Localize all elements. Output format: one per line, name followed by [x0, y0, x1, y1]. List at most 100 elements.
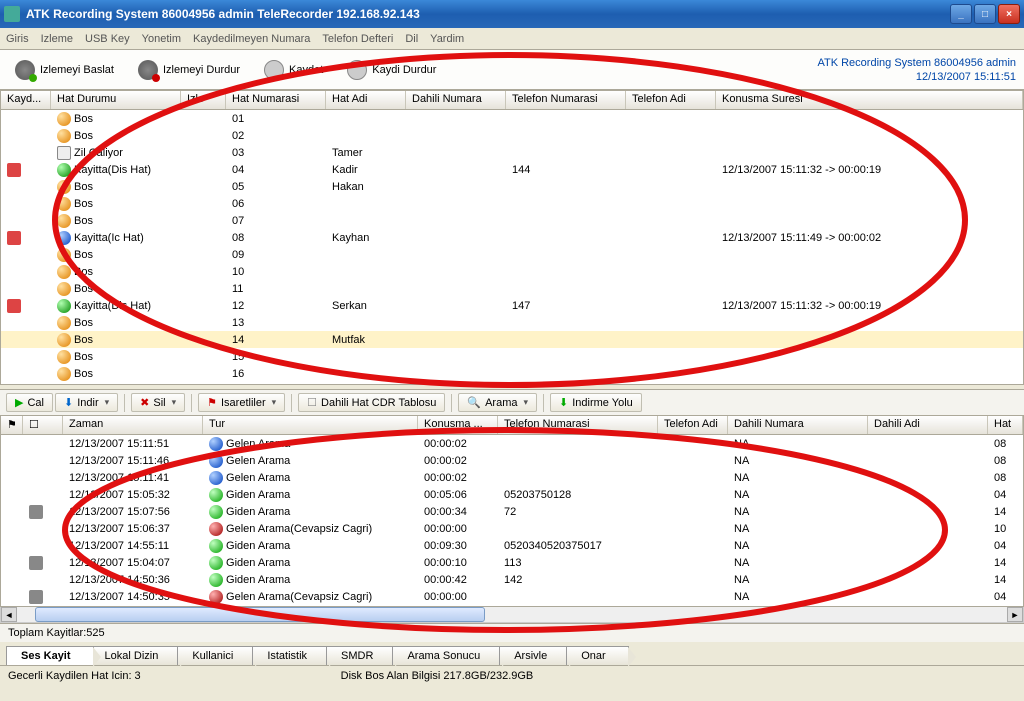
tab[interactable]: Ses Kayit: [6, 646, 94, 665]
tab[interactable]: SMDR: [326, 646, 396, 665]
tab[interactable]: Lokal Dizin: [90, 646, 182, 665]
cell: 12/13/2007 14:50:35: [63, 591, 203, 603]
call-row[interactable]: 12/13/2007 14:50:36 Giden Arama00:00:421…: [1, 571, 1023, 588]
call-row[interactable]: 12/13/2007 15:07:56 Giden Arama00:00:347…: [1, 503, 1023, 520]
action-button[interactable]: 🔍Arama▾: [458, 393, 537, 412]
tab[interactable]: Onar: [566, 646, 628, 665]
call-row[interactable]: 12/13/2007 15:04:07 Giden Arama00:00:101…: [1, 554, 1023, 571]
cell: Bos: [51, 180, 181, 194]
close-button[interactable]: ×: [998, 4, 1020, 24]
line-row[interactable]: Bos02: [1, 127, 1023, 144]
line-row[interactable]: Bos15: [1, 348, 1023, 365]
call-row[interactable]: 12/13/2007 15:11:41 Gelen Arama00:00:02N…: [1, 469, 1023, 486]
line-row[interactable]: Bos11: [1, 280, 1023, 297]
column-header[interactable]: Dahili Adi: [868, 416, 988, 434]
cell: [23, 590, 63, 604]
action-button[interactable]: ☐Dahili Hat CDR Tablosu: [298, 393, 445, 412]
cell: 142: [498, 574, 658, 586]
lower-table-body[interactable]: 12/13/2007 15:11:51 Gelen Arama00:00:02N…: [0, 435, 1024, 607]
line-row[interactable]: Kayitta(Dis Hat)04Kadir14412/13/2007 15:…: [1, 161, 1023, 178]
menu-item[interactable]: Dil: [405, 33, 418, 45]
column-header[interactable]: ☐: [23, 416, 63, 434]
action-button[interactable]: ⬇Indir▾: [55, 393, 118, 412]
column-header[interactable]: Telefon Adi: [626, 91, 716, 109]
cell: 06: [226, 198, 326, 210]
line-row[interactable]: Bos01: [1, 110, 1023, 127]
call-row[interactable]: 12/13/2007 15:11:51 Gelen Arama00:00:02N…: [1, 435, 1023, 452]
call-type-icon: [209, 437, 223, 451]
line-row[interactable]: Bos16: [1, 365, 1023, 382]
cell: Giden Arama: [203, 573, 418, 587]
minimize-button[interactable]: _: [950, 4, 972, 24]
call-row[interactable]: 12/13/2007 15:11:46 Gelen Arama00:00:02N…: [1, 452, 1023, 469]
horizontal-scrollbar[interactable]: ◄►: [0, 607, 1024, 623]
tab[interactable]: Kullanici: [177, 646, 256, 665]
call-type-icon: [209, 505, 223, 519]
tab[interactable]: Arama Sonucu: [392, 646, 503, 665]
cell: 00:00:02: [418, 455, 498, 467]
menu-item[interactable]: Giris: [6, 33, 29, 45]
action-button[interactable]: ▶Cal: [6, 393, 53, 412]
menu-item[interactable]: Izleme: [41, 33, 73, 45]
cell: NA: [728, 591, 868, 603]
column-header[interactable]: Hat: [988, 416, 1023, 434]
column-header[interactable]: Izle: [181, 91, 226, 109]
cell: Bos: [51, 350, 181, 364]
toolbar-button[interactable]: Kaydet: [257, 56, 330, 84]
column-header[interactable]: Kayd...: [1, 91, 51, 109]
column-header[interactable]: Zaman: [63, 416, 203, 434]
tab[interactable]: Arsivle: [499, 646, 570, 665]
cell: NA: [728, 523, 868, 535]
cell: 05203750128: [498, 489, 658, 501]
column-header[interactable]: Telefon Numarasi: [506, 91, 626, 109]
cell: 00:00:34: [418, 506, 498, 518]
cell: 00:00:10: [418, 557, 498, 569]
line-row[interactable]: Bos13: [1, 314, 1023, 331]
line-row[interactable]: Zil Caliyor03Tamer: [1, 144, 1023, 161]
call-row[interactable]: 12/13/2007 14:55:11 Giden Arama00:09:300…: [1, 537, 1023, 554]
action-button[interactable]: ⬇Indirme Yolu: [550, 393, 642, 412]
menu-item[interactable]: Yardim: [430, 33, 464, 45]
column-header[interactable]: Hat Durumu: [51, 91, 181, 109]
line-row[interactable]: Bos09: [1, 246, 1023, 263]
column-header[interactable]: Telefon Adi: [658, 416, 728, 434]
column-header[interactable]: Tur: [203, 416, 418, 434]
column-header[interactable]: ⚑: [1, 416, 23, 434]
line-row[interactable]: Kayitta(Dis Hat)12Serkan14712/13/2007 15…: [1, 297, 1023, 314]
status-icon: [57, 350, 71, 364]
cell: NA: [728, 540, 868, 552]
action-button[interactable]: ✖Sil▾: [131, 393, 185, 412]
call-row[interactable]: 12/13/2007 15:06:37 Gelen Arama(Cevapsiz…: [1, 520, 1023, 537]
cell: 147: [506, 300, 626, 312]
cell: Giden Arama: [203, 556, 418, 570]
line-row[interactable]: Bos05Hakan: [1, 178, 1023, 195]
column-header[interactable]: Konusma ...: [418, 416, 498, 434]
toolbar-button[interactable]: Izlemeyi Baslat: [8, 56, 121, 84]
line-row[interactable]: Bos10: [1, 263, 1023, 280]
upper-table-body[interactable]: Bos01 Bos02 Zil Caliyor03Tamer Kayitta(D…: [0, 110, 1024, 385]
toolbar-button[interactable]: Kaydi Durdur: [340, 56, 443, 84]
line-row[interactable]: Bos06: [1, 195, 1023, 212]
column-header[interactable]: Telefon Numarasi: [498, 416, 658, 434]
menu-item[interactable]: USB Key: [85, 33, 130, 45]
call-row[interactable]: 12/13/2007 14:50:35 Gelen Arama(Cevapsiz…: [1, 588, 1023, 605]
column-header[interactable]: Hat Adi: [326, 91, 406, 109]
menu-item[interactable]: Yonetim: [142, 33, 181, 45]
cell: 12/13/2007 15:11:51: [63, 438, 203, 450]
line-row[interactable]: Kayitta(Ic Hat)08Kayhan12/13/2007 15:11:…: [1, 229, 1023, 246]
call-row[interactable]: 12/13/2007 15:05:32 Giden Arama00:05:060…: [1, 486, 1023, 503]
column-header[interactable]: Dahili Numara: [728, 416, 868, 434]
tab[interactable]: Istatistik: [252, 646, 330, 665]
maximize-button[interactable]: □: [974, 4, 996, 24]
column-header[interactable]: Dahili Numara: [406, 91, 506, 109]
menu-item[interactable]: Kaydedilmeyen Numara: [193, 33, 310, 45]
action-button[interactable]: ⚑Isaretliler▾: [198, 393, 285, 412]
line-row[interactable]: Bos07: [1, 212, 1023, 229]
menu-item[interactable]: Telefon Defteri: [322, 33, 393, 45]
call-type-icon: [209, 488, 223, 502]
column-header[interactable]: Konusma Suresi: [716, 91, 1023, 109]
column-header[interactable]: Hat Numarasi: [226, 91, 326, 109]
toolbar-button[interactable]: Izlemeyi Durdur: [131, 56, 247, 84]
line-row[interactable]: Bos14Mutfak: [1, 331, 1023, 348]
cell: 04: [988, 540, 1023, 552]
